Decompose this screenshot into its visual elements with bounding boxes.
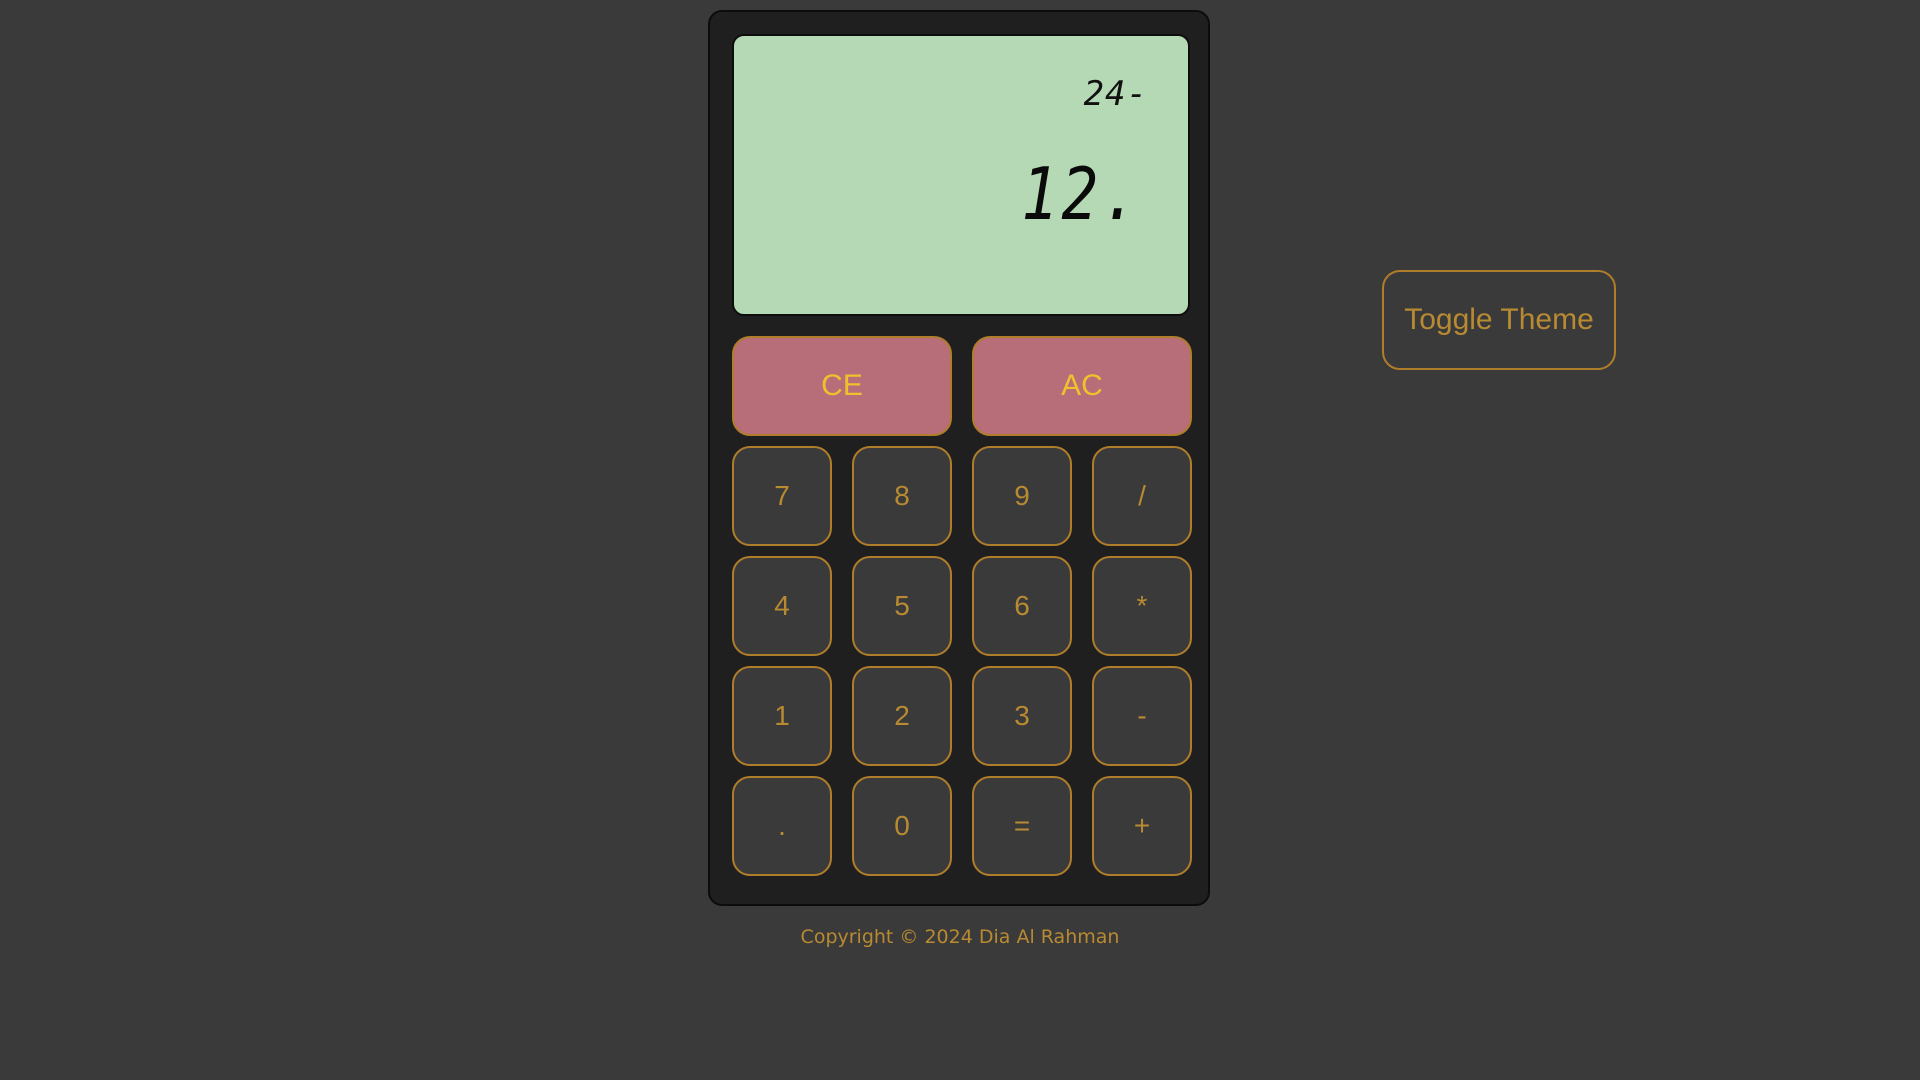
page: 24- 12. CE AC 7 8 9 / 4 5 6 * 1 2 3 - . … bbox=[0, 0, 1920, 1080]
key-7-button[interactable]: 7 bbox=[732, 446, 832, 546]
divide-button[interactable]: / bbox=[1092, 446, 1192, 546]
multiply-button[interactable]: * bbox=[1092, 556, 1192, 656]
clear-entry-button[interactable]: CE bbox=[732, 336, 952, 436]
key-3-button[interactable]: 3 bbox=[972, 666, 1072, 766]
key-8-button[interactable]: 8 bbox=[852, 446, 952, 546]
copyright-text: Copyright © 2024 Dia Al Rahman bbox=[800, 926, 1120, 948]
decimal-point-button[interactable]: . bbox=[732, 776, 832, 876]
key-9-button[interactable]: 9 bbox=[972, 446, 1072, 546]
calculator: 24- 12. CE AC 7 8 9 / 4 5 6 * 1 2 3 - . … bbox=[708, 10, 1210, 906]
key-0-button[interactable]: 0 bbox=[852, 776, 952, 876]
key-6-button[interactable]: 6 bbox=[972, 556, 1072, 656]
expression-readout: 24- bbox=[1083, 74, 1148, 114]
key-2-button[interactable]: 2 bbox=[852, 666, 952, 766]
toggle-theme-button[interactable]: Toggle Theme bbox=[1382, 270, 1616, 370]
calculator-display: 24- 12. bbox=[732, 34, 1190, 316]
add-button[interactable]: + bbox=[1092, 776, 1192, 876]
subtract-button[interactable]: - bbox=[1092, 666, 1192, 766]
all-clear-button[interactable]: AC bbox=[972, 336, 1192, 436]
equals-button[interactable]: = bbox=[972, 776, 1072, 876]
key-4-button[interactable]: 4 bbox=[732, 556, 832, 656]
key-5-button[interactable]: 5 bbox=[852, 556, 952, 656]
value-readout: 12. bbox=[1021, 152, 1142, 236]
key-1-button[interactable]: 1 bbox=[732, 666, 832, 766]
